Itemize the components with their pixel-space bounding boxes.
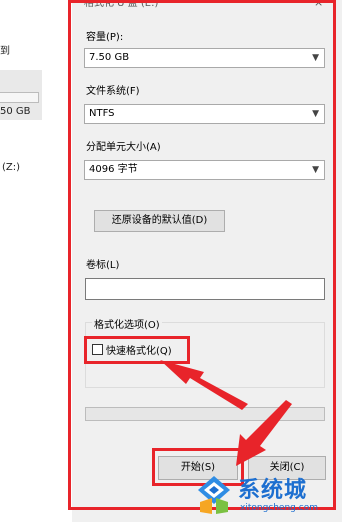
watermark-name: 系统城 <box>238 478 308 503</box>
arrow-to-quick-format <box>160 360 248 410</box>
watermark-url: xitongcheng.com <box>240 503 318 513</box>
annotation-arrows <box>160 360 292 466</box>
arrow-to-start <box>236 400 292 466</box>
